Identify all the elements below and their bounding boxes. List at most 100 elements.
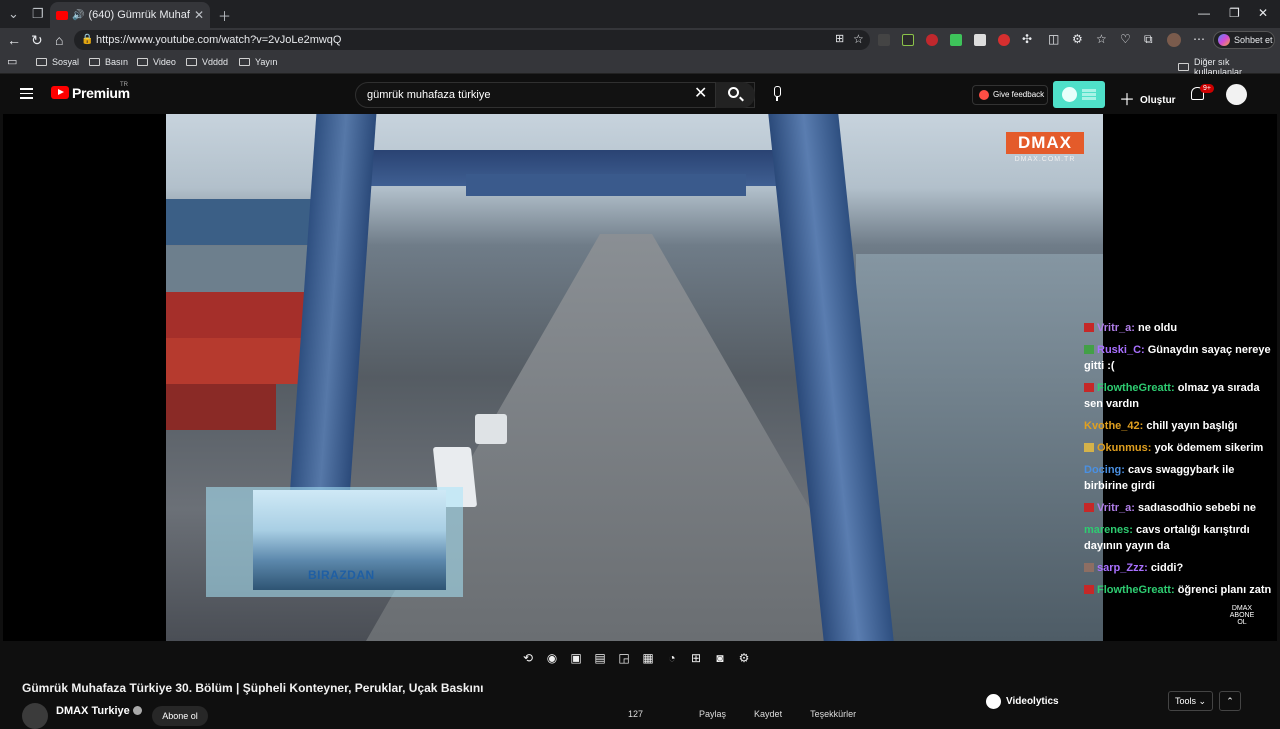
screenshot-icon[interactable]: ⧉ [1144,32,1153,47]
video-frame[interactable]: DMAX DMAX.COM.TR BIRAZDAN [166,114,1103,641]
bookmark-video[interactable]: Video [137,57,176,67]
container [166,199,316,245]
like-button[interactable]: 127 [628,709,643,719]
badge-icon [1084,345,1094,354]
settings-gear-icon[interactable]: ⚙ [732,649,756,667]
badge-icon [1084,323,1094,332]
workspaces-icon[interactable]: ❐ [32,6,44,22]
search-button[interactable] [715,82,755,108]
copilot-chat-button[interactable]: Sohbet et [1213,31,1275,49]
container [166,338,316,384]
app-available-icon[interactable]: ⊞ [835,32,844,45]
cinema-icon[interactable]: ▤ [588,649,612,667]
back-icon[interactable]: ← [7,32,21,48]
chat-text: chill yayın başlığı [1146,420,1238,432]
bookmark-yayin[interactable]: Yayın [239,57,277,67]
folder-icon [186,58,197,66]
extension-5-icon[interactable] [974,34,986,46]
screenshot-camera-icon[interactable]: ◙ [708,649,732,667]
settings-gear-icon[interactable]: ⚙ [1072,32,1083,46]
tools-dropdown[interactable]: Tools ⌄ [1168,691,1213,711]
chat-text: yok ödemem sikerim [1154,442,1264,454]
close-window-icon[interactable]: ✕ [1258,6,1268,20]
save-button[interactable]: Kaydet [754,709,782,719]
lock-icon[interactable]: 🔒 [81,30,93,50]
home-icon[interactable]: ⌂ [55,32,63,48]
chat-message: marenes: cavs ortalığı karıştırdı dayını… [1084,522,1274,554]
account-avatar[interactable] [1226,84,1247,105]
add-icon[interactable]: ⊞ [684,649,708,667]
picture-in-picture-icon[interactable]: ◲ [612,649,636,667]
bookmark-sosyal[interactable]: Sosyal [36,57,79,67]
subscribe-button[interactable]: Abone ol [152,706,208,726]
voice-search-icon[interactable] [772,86,781,101]
subscribe-watermark[interactable]: DMAX ABONE OL [1226,605,1258,626]
bookmark-vdddd[interactable]: Vdddd [186,57,228,67]
frame-icon[interactable]: ▦ [636,649,660,667]
extension-toggle-button[interactable] [1053,81,1105,108]
refresh-icon[interactable]: ↻ [31,32,43,49]
create-button[interactable]: ＋ Oluştur [1119,86,1176,110]
clear-search-icon[interactable]: ✕ [694,86,707,102]
browser-essentials-icon[interactable]: ♡ [1120,32,1131,46]
chat-user: Kvothe_42: [1084,420,1144,432]
dmax-watermark: DMAX [1006,132,1084,154]
browser-tab-youtube[interactable]: 🔊 (640) Gümrük Muhafaza Türki ✕ [50,2,210,28]
more-menu-icon[interactable]: ⋯ [1193,32,1205,46]
youtube-logo-icon[interactable] [51,86,69,99]
chat-user: Vritr_a: [1097,322,1135,334]
close-tab-icon[interactable]: ✕ [194,8,204,22]
speed-icon[interactable]: ◔ [660,649,684,667]
watch-later-icon[interactable]: ▣ [564,649,588,667]
videolytics-name: Videolytics [1006,696,1059,707]
favorite-star-icon[interactable]: ☆ [853,32,864,46]
chat-user: Okunmus: [1097,442,1152,454]
chat-message: Okunmus: yok ödemem sikerim [1084,440,1274,456]
broadcast-icon[interactable]: ◉ [540,649,564,667]
extension-1-icon[interactable] [878,34,890,46]
favorites-icon[interactable]: ☆ [1096,32,1107,46]
chat-message: FlowtheGreatt: olmaz ya sırada sen vardı… [1084,380,1274,412]
new-tab-icon[interactable]: ＋ [218,6,231,25]
tab-title: (640) Gümrük Muhafaza Türki [88,9,190,21]
give-feedback-button[interactable]: Give feedback [972,85,1048,105]
bookmark-label: Vdddd [202,57,229,67]
chat-text: sadıasodhio sebebi ne [1137,502,1256,514]
minimize-icon[interactable]: — [1198,6,1210,20]
folder-icon [239,58,250,66]
extension-controls: ⟲ ◉ ▣ ▤ ◲ ▦ ◔ ⊞ ◙ ⚙ [516,649,756,667]
extension-6-icon[interactable] [998,34,1010,46]
chat-text: ciddi? [1150,562,1184,574]
extension-3-icon[interactable] [926,34,938,46]
extension-2-icon[interactable] [902,34,914,46]
loop-icon[interactable]: ⟲ [516,649,540,667]
chat-message: FlowtheGreatt: öğrenci planı zatn [1084,582,1274,598]
share-button[interactable]: Paylaş [699,709,726,719]
extension-4-icon[interactable] [950,34,962,46]
address-bar-row: ← ↻ ⌂ 🔒 https://www.youtube.com/watch?v=… [0,28,1280,52]
channel-name[interactable]: DMAX Turkiye [56,705,142,717]
url-field[interactable]: 🔒 https://www.youtube.com/watch?v=2vJoLe… [74,30,870,50]
url-text: https://www.youtube.com/watch?v=2vJoLe2m… [96,34,342,46]
videolytics-logo-icon [986,694,1001,709]
extensions-puzzle-icon[interactable]: ✣ [1022,32,1032,46]
folder-icon [137,58,148,66]
bookmark-label: Basın [105,57,129,67]
maximize-icon[interactable]: ❐ [1229,6,1240,20]
chat-user: FlowtheGreatt: [1097,584,1175,596]
collapse-button[interactable]: ⌃ [1219,691,1241,711]
container [166,292,316,338]
reading-list-icon[interactable]: ▭ [7,55,17,68]
tab-list-icon[interactable]: ⌄ [8,6,19,22]
audio-playing-icon[interactable]: 🔊 [72,10,84,21]
crane-beam [466,174,746,196]
chat-message: Vritr_a: ne oldu [1084,320,1274,336]
badge-icon [1084,503,1094,512]
create-label: Oluştur [1140,95,1176,106]
thanks-button[interactable]: Teşekkürler [810,709,856,719]
menu-icon[interactable] [20,88,33,99]
bookmark-basin[interactable]: Basın [89,57,128,67]
profile-avatar[interactable] [1167,33,1181,47]
channel-avatar[interactable] [22,703,48,729]
split-screen-icon[interactable]: ◫ [1048,32,1059,46]
